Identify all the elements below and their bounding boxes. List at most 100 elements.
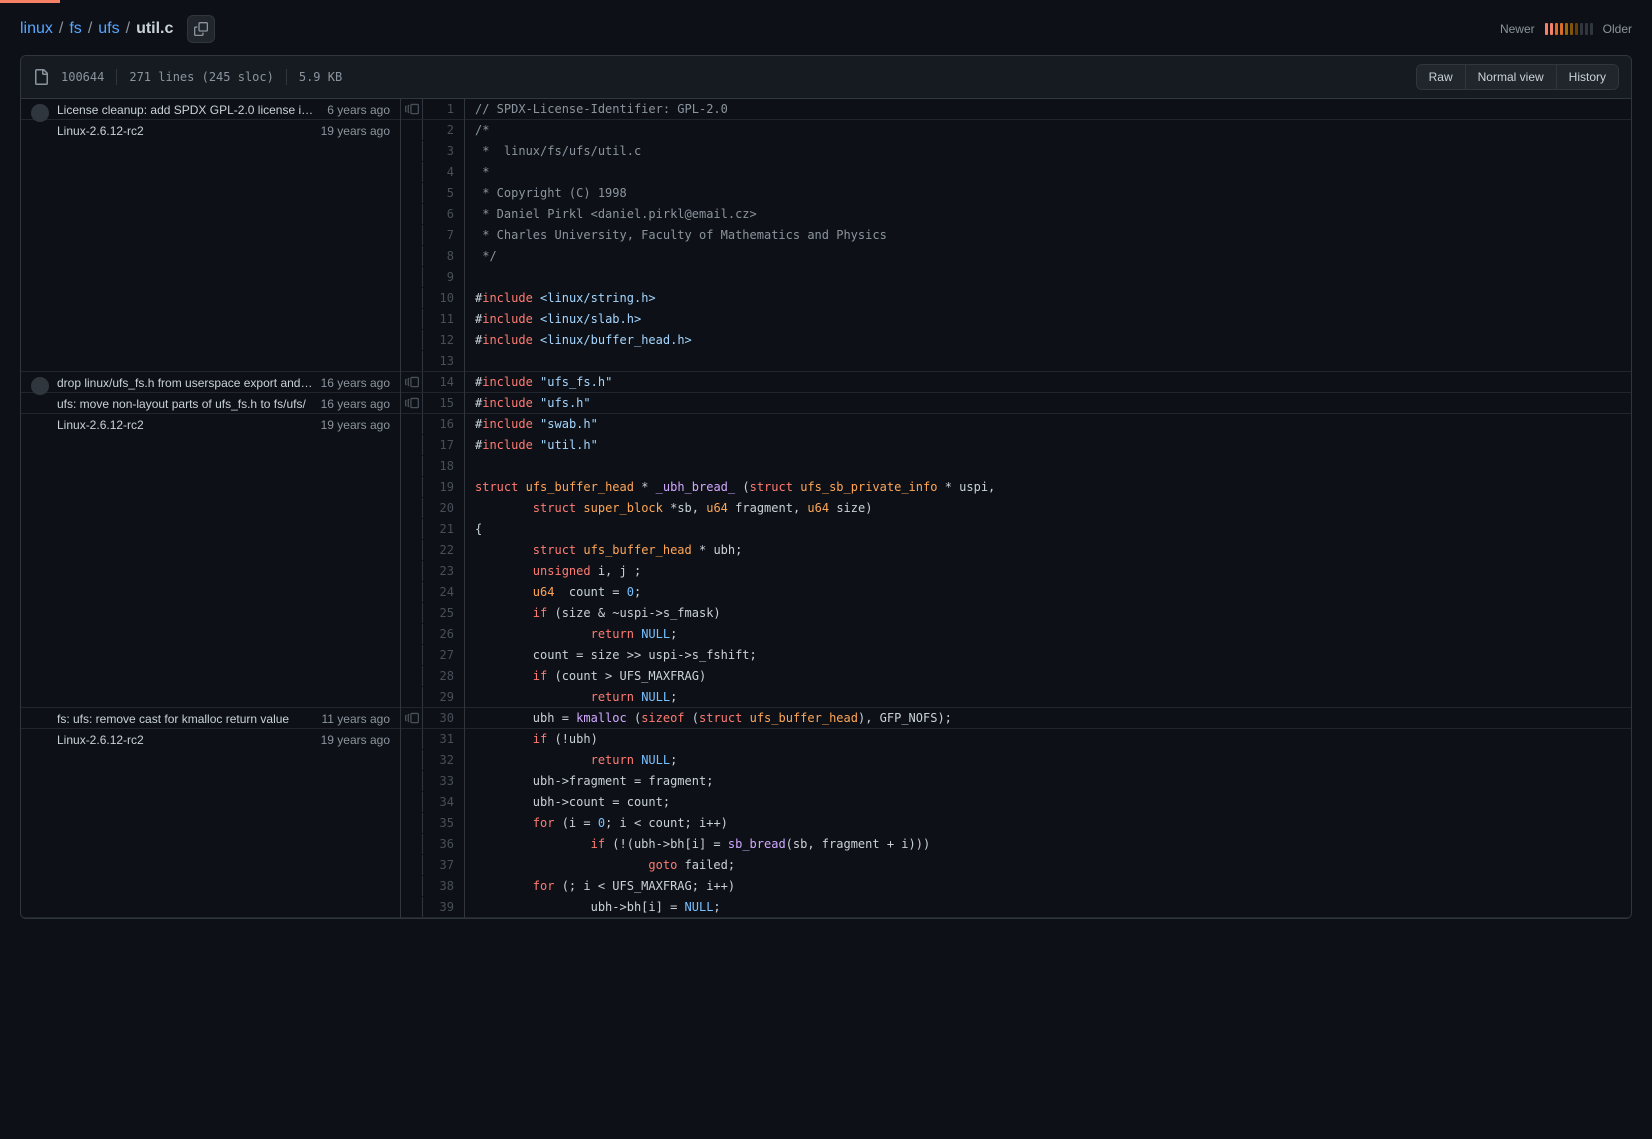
gutter-row: 24	[401, 582, 464, 603]
code-line: struct super_block *sb, u64 fragment, u6…	[465, 498, 1631, 519]
line-number[interactable]: 2	[423, 120, 464, 140]
page-header: linux / fs / ufs / util.c Newer Older	[0, 3, 1652, 55]
gutter-row: 2	[401, 120, 464, 141]
normal-view-button[interactable]: Normal view	[1465, 65, 1556, 89]
copy-path-button[interactable]	[187, 15, 215, 43]
line-number[interactable]: 11	[423, 309, 464, 329]
line-number[interactable]: 7	[423, 225, 464, 245]
line-number[interactable]: 17	[423, 435, 464, 455]
line-number[interactable]: 21	[423, 519, 464, 539]
reblame-button	[401, 498, 423, 518]
commit-message[interactable]: drop linux/ufs_fs.h from userspace expor…	[57, 376, 313, 390]
line-number[interactable]: 12	[423, 330, 464, 350]
line-number[interactable]: 32	[423, 750, 464, 770]
line-number[interactable]: 34	[423, 792, 464, 812]
reblame-button	[401, 141, 423, 161]
raw-button[interactable]: Raw	[1417, 65, 1465, 89]
commit-message[interactable]: Linux-2.6.12-rc2	[57, 733, 313, 747]
line-number[interactable]: 15	[423, 393, 464, 413]
reblame-button	[401, 750, 423, 770]
breadcrumb-part-0[interactable]: fs	[69, 20, 81, 38]
line-number[interactable]: 31	[423, 729, 464, 749]
code-line: struct ufs_buffer_head * ubh;	[465, 540, 1631, 561]
line-number[interactable]: 3	[423, 141, 464, 161]
gutter-row: 28	[401, 666, 464, 687]
code-line	[465, 267, 1631, 288]
breadcrumb-repo[interactable]: linux	[20, 20, 53, 38]
reblame-button[interactable]	[401, 372, 423, 392]
line-number[interactable]: 22	[423, 540, 464, 560]
commit-time: 19 years ago	[321, 733, 390, 747]
line-number[interactable]: 24	[423, 582, 464, 602]
commit-time: 16 years ago	[321, 376, 390, 390]
reblame-button[interactable]	[401, 393, 423, 413]
line-number[interactable]: 6	[423, 204, 464, 224]
line-number[interactable]: 16	[423, 414, 464, 434]
line-number[interactable]: 39	[423, 897, 464, 917]
line-number[interactable]: 20	[423, 498, 464, 518]
commit-message[interactable]: fs: ufs: remove cast for kmalloc return …	[57, 712, 314, 726]
reblame-button	[401, 477, 423, 497]
reblame-button	[401, 183, 423, 203]
line-number[interactable]: 18	[423, 456, 464, 476]
reblame-button	[401, 603, 423, 623]
code-line	[465, 351, 1631, 372]
line-number[interactable]: 26	[423, 624, 464, 644]
line-number[interactable]: 36	[423, 834, 464, 854]
commit-time: 16 years ago	[321, 397, 390, 411]
line-number[interactable]: 38	[423, 876, 464, 896]
reblame-button	[401, 666, 423, 686]
line-number[interactable]: 28	[423, 666, 464, 686]
gutter-row: 30	[401, 708, 464, 729]
reblame-button[interactable]	[401, 99, 423, 119]
reblame-button	[401, 204, 423, 224]
line-number[interactable]: 23	[423, 561, 464, 581]
line-number[interactable]: 19	[423, 477, 464, 497]
commit-message[interactable]: ufs: move non-layout parts of ufs_fs.h t…	[57, 397, 313, 411]
line-number[interactable]: 9	[423, 267, 464, 287]
line-number[interactable]: 5	[423, 183, 464, 203]
blame-commit[interactable]: Linux-2.6.12-rc219 years ago	[21, 120, 400, 372]
line-number[interactable]: 13	[423, 351, 464, 371]
commit-message[interactable]: Linux-2.6.12-rc2	[57, 418, 313, 432]
line-number[interactable]: 29	[423, 687, 464, 707]
reblame-button	[401, 834, 423, 854]
blame-commit[interactable]: ufs: move non-layout parts of ufs_fs.h t…	[21, 393, 400, 414]
line-number[interactable]: 8	[423, 246, 464, 266]
blame-commit[interactable]: fs: ufs: remove cast for kmalloc return …	[21, 708, 400, 729]
line-number[interactable]: 30	[423, 708, 464, 728]
older-label: Older	[1603, 22, 1632, 36]
history-button[interactable]: History	[1556, 65, 1618, 89]
reblame-button	[401, 813, 423, 833]
line-number[interactable]: 4	[423, 162, 464, 182]
gutter-row: 34	[401, 792, 464, 813]
line-number[interactable]: 10	[423, 288, 464, 308]
breadcrumb-part-1[interactable]: ufs	[98, 20, 119, 38]
code-line	[465, 456, 1631, 477]
line-number[interactable]: 14	[423, 372, 464, 392]
blame-age-nav: Newer Older	[1500, 22, 1632, 36]
code-line: #include <linux/buffer_head.h>	[465, 330, 1631, 351]
line-number[interactable]: 33	[423, 771, 464, 791]
reblame-button	[401, 519, 423, 539]
line-number[interactable]: 1	[423, 99, 464, 119]
blame-commit[interactable]: Linux-2.6.12-rc2 19 years ago	[21, 729, 400, 918]
blame-commit[interactable]: drop linux/ufs_fs.h from userspace expor…	[21, 372, 400, 393]
line-number[interactable]: 35	[423, 813, 464, 833]
heat-segment	[1580, 23, 1583, 35]
line-number[interactable]: 37	[423, 855, 464, 875]
commit-message[interactable]: License cleanup: add SPDX GPL-2.0 licens…	[57, 103, 319, 117]
code-line: u64 count = 0;	[465, 582, 1631, 603]
reblame-button[interactable]	[401, 708, 423, 728]
heat-legend	[1545, 23, 1593, 35]
code-line: // SPDX-License-Identifier: GPL-2.0	[465, 99, 1631, 120]
code-line: ubh->fragment = fragment;	[465, 771, 1631, 792]
blame-commit[interactable]: Linux-2.6.12-rc219 years ago	[21, 414, 400, 708]
code-line: ubh = kmalloc (sizeof (struct ufs_buffer…	[465, 708, 1631, 729]
commit-message[interactable]: Linux-2.6.12-rc2	[57, 124, 313, 138]
gutter-row: 15	[401, 393, 464, 414]
line-number[interactable]: 27	[423, 645, 464, 665]
file-info: 100644 271 lines (245 sloc) 5.9 KB	[33, 69, 342, 85]
blame-commit[interactable]: License cleanup: add SPDX GPL-2.0 licens…	[21, 99, 400, 120]
line-number[interactable]: 25	[423, 603, 464, 623]
